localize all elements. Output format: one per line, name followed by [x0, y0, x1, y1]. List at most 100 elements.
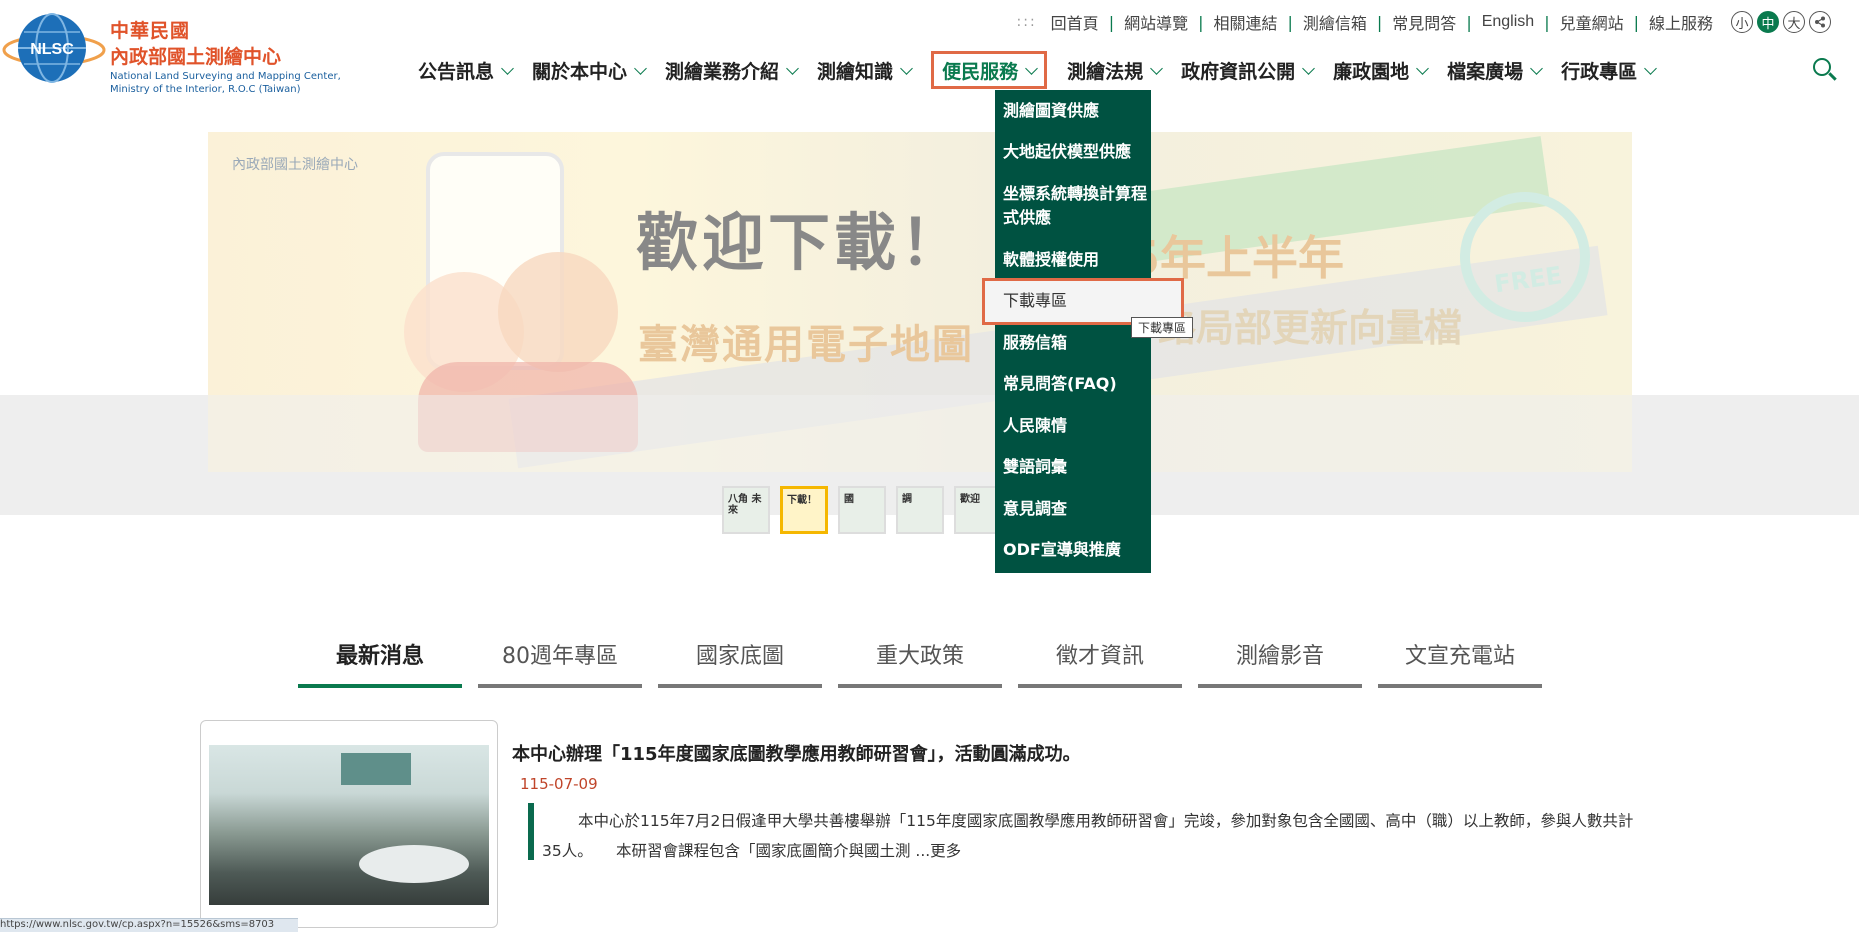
- dropdown-item-survey[interactable]: 意見調查: [995, 488, 1151, 530]
- dropdown-item-service-mailbox[interactable]: 服務信箱: [995, 322, 1151, 364]
- nav-regulations[interactable]: 測繪法規: [1067, 51, 1163, 89]
- chevron-down-icon: [1302, 61, 1315, 75]
- dropdown-item-map-supply[interactable]: 測繪圖資供應: [995, 90, 1151, 132]
- nav-knowledge[interactable]: 測繪知識: [817, 51, 913, 89]
- logo-english-line1: National Land Surveying and Mapping Cent…: [110, 71, 341, 82]
- chevron-down-icon: [501, 61, 514, 75]
- nav-label: 測繪業務介紹: [665, 60, 780, 83]
- chevron-down-icon: [900, 61, 913, 75]
- chevron-down-icon: [1644, 61, 1658, 75]
- banner-headline: 歡迎下載！: [636, 206, 967, 279]
- sitemap-link[interactable]: 網站導覽: [1124, 10, 1188, 34]
- nav-label: 政府資訊公開: [1181, 60, 1296, 83]
- online-service-link[interactable]: 線上服務: [1649, 10, 1713, 34]
- nav-admin[interactable]: 行政專區: [1561, 51, 1658, 89]
- nav-public-service[interactable]: 便民服務: [931, 51, 1048, 89]
- english-link[interactable]: English: [1482, 13, 1534, 31]
- tab-media[interactable]: 測繪影音: [1198, 638, 1362, 688]
- nav-label: 關於本中心: [532, 60, 628, 83]
- thumbnail-label: 八角 未來: [728, 494, 762, 516]
- tab-major-policy[interactable]: 重大政策: [838, 638, 1002, 688]
- nav-label: 公告訊息: [418, 60, 495, 83]
- kids-site-link[interactable]: 兒童網站: [1560, 10, 1624, 34]
- divider: |: [1376, 12, 1383, 32]
- share-icon[interactable]: [1809, 11, 1831, 33]
- nav-gov-info[interactable]: 政府資訊公開: [1181, 51, 1315, 89]
- public-service-dropdown: 測繪圖資供應 大地起伏模型供應 坐標系統轉換計算程式供應 軟體授權使用 下載專區…: [982, 90, 1184, 573]
- accesskey-dots[interactable]: :::: [1017, 14, 1037, 30]
- banner-thumbnail[interactable]: 國: [838, 486, 886, 534]
- chevron-down-icon: [1025, 61, 1038, 75]
- banner-thumbnails: 八角 未來 下載！ 國 調 歡迎: [722, 486, 1012, 534]
- main-nav: 公告訊息 關於本中心 測繪業務介紹 測繪知識 便民服務 測繪法規 政府資訊公開 …: [418, 50, 1675, 90]
- banner-thumbnail[interactable]: 調: [896, 486, 944, 534]
- quote-bar: [528, 803, 534, 860]
- news-title[interactable]: 本中心辦理「115年度國家底圖教學應用教師研習會」，活動圓滿成功。: [512, 740, 1081, 766]
- font-size-large-button[interactable]: 大: [1783, 11, 1805, 33]
- banner-subtitle: 臺灣通用電子地圖: [638, 322, 974, 368]
- svg-text:NLSC: NLSC: [30, 41, 74, 58]
- download-zone-tooltip: 下載專區: [1131, 317, 1194, 338]
- faq-link[interactable]: 常見問答: [1392, 10, 1456, 34]
- nav-label: 行政專區: [1561, 60, 1638, 83]
- site-logo[interactable]: NLSC 中華民國 內政部國土測繪中心 National Land Survey…: [2, 8, 341, 95]
- tab-national-basemap[interactable]: 國家底圖: [658, 638, 822, 688]
- font-size-small-button[interactable]: 小: [1731, 11, 1753, 33]
- tab-latest-news[interactable]: 最新消息: [298, 638, 462, 688]
- dropdown-item-petition[interactable]: 人民陳情: [995, 405, 1151, 447]
- hero-banner[interactable]: 內政部國土測繪中心 歡迎下載！ 臺灣通用電子地圖 5年上半年 路局部更新向量檔 …: [208, 132, 1632, 472]
- dropdown-item-odf[interactable]: ODF宣導與推廣: [995, 530, 1151, 572]
- nav-business[interactable]: 測繪業務介紹: [665, 51, 799, 89]
- news-photo: [209, 745, 489, 905]
- search-icon[interactable]: [1813, 58, 1831, 76]
- nav-label: 廉政園地: [1333, 60, 1410, 83]
- divider: |: [1544, 12, 1550, 32]
- chevron-down-icon: [786, 61, 799, 75]
- related-links-link[interactable]: 相關連結: [1213, 10, 1277, 34]
- tab-publicity[interactable]: 文宣充電站: [1378, 638, 1542, 688]
- divider: |: [1633, 12, 1639, 32]
- nav-label: 測繪法規: [1067, 60, 1144, 83]
- home-link[interactable]: 回首頁: [1051, 10, 1099, 34]
- thumbnail-label: 歡迎: [960, 494, 980, 505]
- dropdown-item-software-license[interactable]: 軟體授權使用: [995, 239, 1151, 281]
- banner-thumbnail[interactable]: 八角 未來: [722, 486, 770, 534]
- thumbnail-label: 國: [844, 494, 854, 505]
- nav-archives[interactable]: 檔案廣場: [1447, 51, 1544, 89]
- browser-status-bar: https://www.nlsc.gov.tw/cp.aspx?n=15526&…: [0, 918, 298, 932]
- nav-label: 檔案廣場: [1447, 60, 1524, 83]
- dropdown-item-coordinate-program[interactable]: 坐標系統轉換計算程式供應: [995, 173, 1151, 239]
- dropdown-item-glossary[interactable]: 雙語詞彙: [995, 447, 1151, 489]
- nav-about[interactable]: 關於本中心: [532, 51, 647, 89]
- thumbnail-label: 調: [902, 494, 912, 505]
- divider: |: [1198, 12, 1204, 32]
- dropdown-item-download-zone[interactable]: 下載專區: [982, 277, 1184, 325]
- banner-brand: 內政部國土測繪中心: [232, 157, 358, 173]
- dropdown-item-geoid-model[interactable]: 大地起伏模型供應: [995, 132, 1151, 174]
- banner-thumbnail-active[interactable]: 下載！: [780, 486, 828, 534]
- dropdown-item-faq[interactable]: 常見問答(FAQ): [995, 364, 1151, 406]
- banner-right-subtitle: 路局部更新向量檔: [1158, 306, 1463, 350]
- utility-nav: ::: 回首頁 | 網站導覽 | 相關連結 | 測繪信箱 | 常見問答 | English…: [1017, 10, 1831, 34]
- banner-overlay: [208, 395, 1632, 472]
- news-summary[interactable]: 本中心於115年7月2日假逢甲大學共善樓舉辦「115年度國家底圖教學應用教師研習…: [542, 806, 1642, 866]
- nav-label: 測繪知識: [817, 60, 894, 83]
- photo-table-shape: [359, 845, 469, 883]
- banner-right-title: 5年上半年: [1128, 231, 1345, 285]
- divider: |: [1108, 12, 1115, 32]
- news-photo-card[interactable]: [200, 720, 498, 928]
- nav-integrity[interactable]: 廉政園地: [1333, 51, 1429, 89]
- chevron-down-icon: [1416, 61, 1429, 75]
- globe-logo-icon: NLSC: [2, 13, 106, 83]
- logo-title-line1: 中華民國: [110, 20, 191, 42]
- logo-title-line2: 內政部國土測繪中心: [110, 46, 282, 68]
- nav-label: 便民服務: [942, 60, 1019, 83]
- mailbox-link[interactable]: 測繪信箱: [1303, 10, 1367, 34]
- font-size-medium-button[interactable]: 中: [1757, 11, 1779, 33]
- logo-english-line2: Ministry of the Interior, R.O.C (Taiwan): [110, 84, 301, 95]
- tab-80th-anniversary[interactable]: 80週年專區: [478, 638, 642, 688]
- tab-recruitment[interactable]: 徵才資訊: [1018, 638, 1182, 688]
- photo-screen-shape: [341, 753, 411, 785]
- nav-announcements[interactable]: 公告訊息: [418, 51, 514, 89]
- character-illustration: [498, 252, 618, 372]
